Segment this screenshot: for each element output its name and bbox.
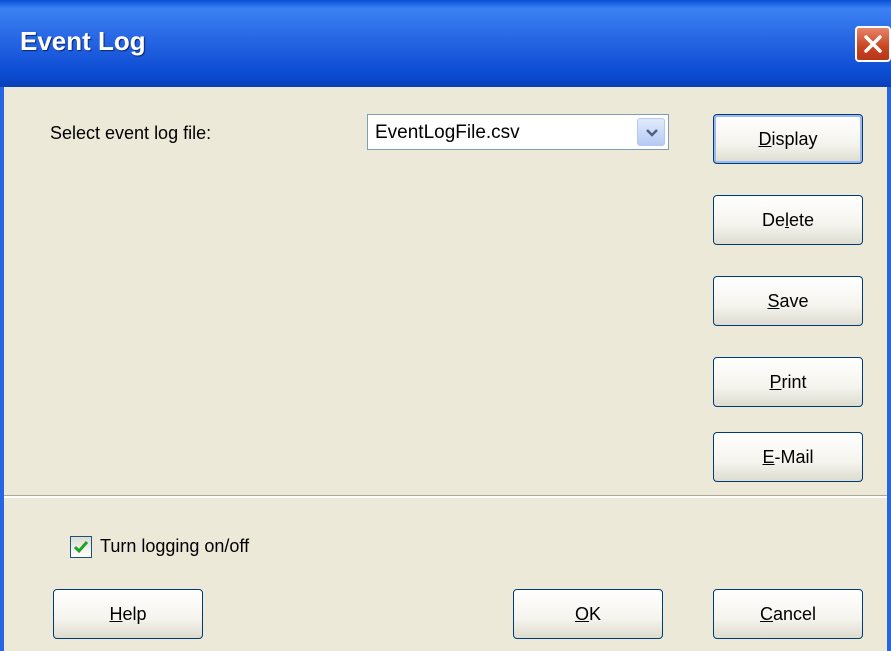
log-file-label: Select event log file: [50, 123, 212, 143]
ok-button[interactable]: OK [513, 589, 663, 639]
cancel-button-label: Cancel [759, 604, 817, 624]
check-icon [73, 541, 89, 554]
logging-label[interactable]: Turn logging on/off [100, 536, 249, 557]
display-button-label: Display [758, 129, 818, 149]
ok-button-label: OK [574, 604, 602, 624]
window-title: Event Log [20, 26, 146, 56]
section-divider [4, 495, 887, 498]
log-file-select[interactable]: EventLogFile.csv [367, 114, 669, 150]
email-button-label: E-Mail [762, 447, 814, 467]
logging-checkbox[interactable] [70, 536, 92, 558]
display-button[interactable]: Display [713, 114, 863, 164]
help-button[interactable]: Help [53, 589, 203, 639]
log-file-select-value: EventLogFile.csv [375, 122, 520, 143]
title-bar[interactable]: Event Log [0, 0, 891, 87]
window-frame-left [0, 87, 4, 651]
print-button[interactable]: Print [713, 357, 863, 407]
cancel-button[interactable]: Cancel [713, 589, 863, 639]
help-button-label: Help [109, 604, 147, 624]
chevron-down-icon [646, 129, 658, 137]
close-button[interactable] [855, 26, 891, 62]
delete-button[interactable]: Delete [713, 195, 863, 245]
save-button[interactable]: Save [713, 276, 863, 326]
log-file-dropdown-button[interactable] [637, 118, 665, 146]
print-button-label: Print [769, 372, 807, 392]
close-icon [864, 35, 882, 53]
window-frame-right [887, 87, 891, 651]
save-button-label: Save [767, 291, 809, 311]
delete-button-label: Delete [761, 210, 815, 230]
event-log-dialog: Event Log Select event log file: EventLo… [0, 0, 891, 651]
email-button[interactable]: E-Mail [713, 432, 863, 482]
